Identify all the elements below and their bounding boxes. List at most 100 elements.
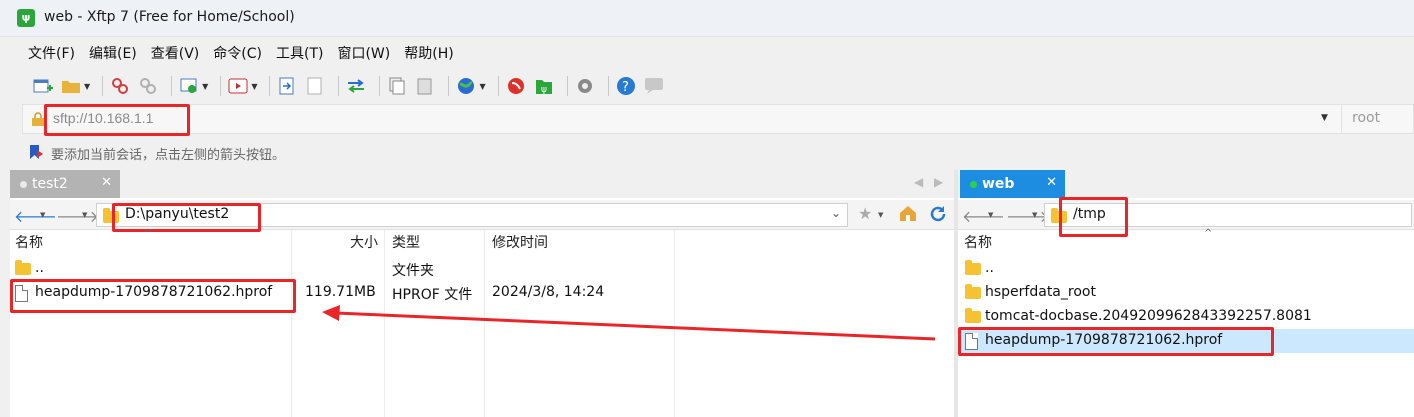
chevron-down-icon[interactable]: ▼ [1032, 211, 1037, 219]
download-icon[interactable] [304, 75, 326, 97]
new-session-icon[interactable] [32, 75, 54, 97]
tab-scroll-right-icon[interactable]: ▶ [934, 175, 943, 189]
table-row[interactable]: .. 文件夹 [10, 257, 670, 281]
column-header-modified[interactable]: 修改时间 [492, 232, 548, 256]
copy-icon[interactable] [386, 75, 408, 97]
toolbar-separator [448, 76, 450, 96]
chevron-down-icon[interactable]: ▼ [40, 211, 45, 219]
close-icon[interactable]: ✕ [1046, 175, 1057, 190]
tab-status-dot [20, 180, 27, 188]
xftp-icon[interactable]: ψ [533, 75, 555, 97]
remote-pathbar: 🡐 ▼ 🡒 ▼ /tmp [958, 200, 1414, 230]
chevron-down-icon[interactable]: ▼ [988, 211, 993, 219]
tab-label: test2 [32, 176, 68, 192]
lock-icon [31, 112, 45, 126]
annotation-box-address [44, 104, 190, 136]
chevron-down-icon[interactable]: ⌄ [831, 206, 841, 220]
gear-icon[interactable] [574, 75, 596, 97]
folder-icon [965, 260, 981, 275]
menu-tools[interactable]: 工具(T) [276, 43, 323, 63]
file-name: hsperfdata_root [985, 284, 1096, 300]
chat-icon[interactable] [643, 75, 665, 97]
disconnect-icon[interactable] [137, 75, 159, 97]
remote-pane: web ✕ 🡐 ▼ 🡒 ▼ /tmp ^ 名称 .. hsperfdata_ro… [958, 170, 1414, 417]
menu-file[interactable]: 文件(F) [28, 43, 75, 63]
toolbar-separator [269, 76, 271, 96]
column-header-name[interactable]: 名称 [15, 232, 43, 256]
toolbar-separator [497, 76, 499, 96]
chevron-down-icon[interactable]: ▼ [84, 82, 90, 91]
globe-icon[interactable] [455, 75, 477, 97]
refresh-icon[interactable] [928, 204, 948, 228]
chevron-down-icon[interactable]: ▼ [479, 82, 485, 91]
hint-text: 要添加当前会话，点击左侧的箭头按钮。 [51, 148, 286, 163]
address-bar: ▼ root [22, 104, 1414, 134]
table-row[interactable]: tomcat-docbase.2049209962843392257.8081 [958, 305, 1414, 329]
star-icon[interactable]: ★ [858, 204, 872, 223]
menu-window[interactable]: 窗口(W) [337, 43, 390, 63]
table-row[interactable]: .. [958, 257, 1414, 281]
sort-indicator-icon: ^ [144, 228, 153, 239]
file-type: 文件夹 [392, 263, 434, 279]
open-folder-icon[interactable] [60, 75, 82, 97]
menu-view[interactable]: 查看(V) [151, 43, 200, 63]
close-icon[interactable]: ✕ [101, 175, 112, 190]
column-header-size[interactable]: 大小 [350, 232, 378, 256]
file-name: .. [985, 260, 994, 276]
xftp-app-icon: ψ [17, 9, 35, 27]
local-tabstrip: test2 ✕ ◀ ▶ [10, 170, 954, 198]
paste-icon[interactable] [414, 75, 436, 97]
menu-command[interactable]: 命令(C) [213, 43, 262, 63]
folder-icon [965, 284, 981, 299]
toolbar-separator [220, 76, 222, 96]
hint-bar: 要添加当前会话，点击左侧的箭头按钮。 [22, 139, 1414, 167]
upload-icon[interactable] [276, 75, 298, 97]
back-arrow-icon[interactable]: 🡐 [962, 206, 1005, 226]
annotation-box-remote-path [1059, 197, 1128, 237]
file-type: HPROF 文件 [392, 287, 473, 303]
menu-help[interactable]: 帮助(H) [404, 43, 453, 63]
annotation-box-remote-file [958, 327, 1274, 356]
file-name: tomcat-docbase.2049209962843392257.8081 [985, 308, 1312, 324]
back-arrow-icon[interactable]: 🡐 [14, 206, 57, 226]
menu-edit[interactable]: 编辑(E) [89, 43, 137, 63]
table-row[interactable]: hsperfdata_root [958, 281, 1414, 305]
column-header-type[interactable]: 类型 [392, 232, 420, 256]
chevron-down-icon[interactable]: ▼ [202, 82, 208, 91]
tab-scroll-left-icon[interactable]: ◀ [914, 175, 923, 189]
file-size: 119.71MB [305, 284, 376, 300]
annotation-box-local-file [10, 279, 296, 313]
window-title: web - Xftp 7 (Free for Home/School) [44, 9, 295, 25]
tab-label: web [982, 176, 1015, 192]
bookmark-arrow-icon[interactable] [28, 144, 44, 160]
tab-web[interactable]: web ✕ [960, 170, 1065, 198]
column-header-name[interactable]: 名称 [964, 232, 992, 256]
username-field[interactable]: root [1341, 105, 1413, 133]
local-pane: test2 ✕ ◀ ▶ 🡐 ▼ 🡒 ▼ D:\panyu\test2 ⌄ ★ ▼… [10, 170, 954, 417]
toolbar: ▼ ▼ ▼ ▼ ψ ? [10, 69, 1414, 103]
tab-test2[interactable]: test2 ✕ [10, 170, 120, 198]
chevron-down-icon[interactable]: ▼ [251, 82, 257, 91]
home-icon[interactable] [898, 204, 918, 226]
chevron-down-icon[interactable]: ▼ [878, 211, 883, 219]
help-icon[interactable]: ? [615, 75, 637, 97]
toolbar-separator [379, 76, 381, 96]
menu-bar: 文件(F) 编辑(E) 查看(V) 命令(C) 工具(T) 窗口(W) 帮助(H… [10, 37, 1414, 69]
forward-arrow-icon[interactable]: 🡒 [56, 206, 99, 226]
connect-icon[interactable] [109, 75, 131, 97]
chevron-down-icon[interactable]: ▼ [82, 211, 87, 219]
file-name: .. [35, 260, 44, 276]
svg-text:ψ: ψ [541, 85, 547, 95]
toolbar-separator [102, 76, 104, 96]
sort-indicator-icon: ^ [1204, 228, 1213, 239]
svg-text:?: ? [622, 80, 629, 95]
forward-arrow-icon[interactable]: 🡒 [1006, 206, 1049, 226]
toolbar-separator [171, 76, 173, 96]
xshell-icon[interactable] [505, 75, 527, 97]
toolbar-separator [338, 76, 340, 96]
transfer-icon[interactable] [345, 75, 367, 97]
session-properties-icon[interactable] [178, 75, 200, 97]
toolbar-separator [566, 76, 568, 96]
chevron-down-icon[interactable]: ▼ [1321, 113, 1328, 123]
play-icon[interactable] [227, 75, 249, 97]
